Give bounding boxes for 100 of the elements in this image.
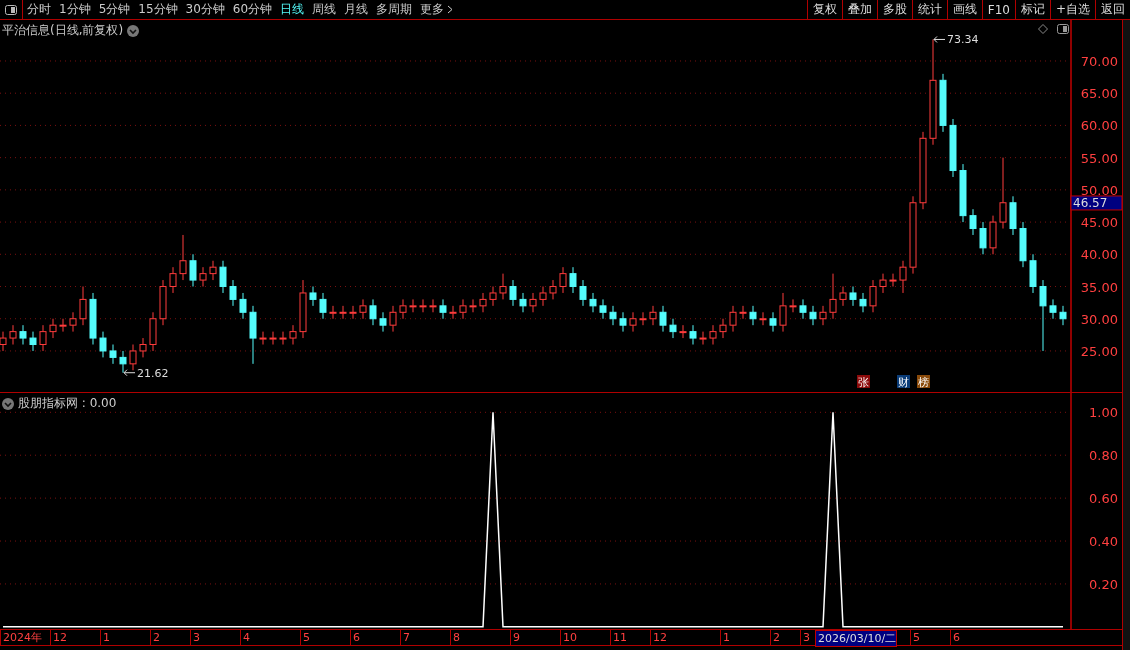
candlestick [119, 350, 127, 374]
candlestick [219, 260, 227, 294]
candlestick [369, 298, 377, 326]
axis-label: 65.00 [1080, 86, 1118, 102]
candlestick [959, 163, 967, 223]
date-label: 12 [650, 630, 667, 645]
panel-toggle-icon[interactable] [1057, 24, 1069, 34]
period-tab[interactable]: 分时 [23, 1, 55, 18]
candlestick [89, 292, 97, 345]
panel-title: 平治信息(日线,前复权) [2, 22, 124, 39]
candlestick [649, 305, 657, 326]
period-tab[interactable]: 5分钟 [94, 1, 135, 18]
axis-label: 70.00 [1080, 54, 1118, 69]
candlestick [489, 286, 497, 307]
period-tab[interactable]: 月线 [340, 1, 373, 18]
axis-label: 1.00 [1089, 405, 1118, 421]
candlestick [279, 331, 287, 345]
candlestick [229, 279, 237, 307]
candlestick [889, 273, 897, 287]
candlestick [1059, 305, 1067, 326]
candlestick [689, 324, 697, 345]
candlestick [599, 298, 607, 320]
date-label: 2 [150, 630, 160, 645]
candlestick [629, 311, 637, 333]
candlestick [129, 344, 137, 371]
period-tab[interactable]: 15分钟 [134, 1, 182, 18]
date-label: 8 [450, 630, 460, 645]
date-label: 2026/03/10/二 [815, 630, 898, 647]
period-tab[interactable]: 多周期 [372, 1, 417, 18]
candlestick [529, 292, 537, 313]
candlestick [659, 305, 667, 333]
date-label: 6 [950, 630, 960, 645]
axis-label: 40.00 [1080, 247, 1118, 263]
axis-label: 55.00 [1080, 150, 1118, 166]
candlestick [479, 292, 487, 313]
date-label: 2024年 [0, 630, 42, 645]
candlestick [59, 318, 67, 333]
panel-toggle-icon [5, 4, 17, 15]
axis-label: 60.00 [1080, 118, 1118, 134]
candlestick [549, 279, 557, 300]
event-badge[interactable]: 张 [857, 375, 870, 389]
axis-label: 0.40 [1089, 534, 1118, 550]
candlestick [879, 273, 887, 294]
event-badge[interactable]: 榜 [917, 375, 930, 389]
candlestick [799, 298, 807, 320]
period-tab[interactable]: 日线 [276, 1, 309, 18]
candlestick [539, 286, 547, 307]
candlestick [79, 286, 87, 326]
candlestick [469, 298, 477, 313]
period-tab[interactable]: 1分钟 [55, 1, 95, 18]
date-label: 11 [610, 630, 627, 645]
axis-label: 0.60 [1089, 491, 1118, 507]
period-tab[interactable]: 60分钟 [228, 1, 277, 18]
period-tab[interactable]: 周线 [308, 1, 341, 18]
price-extreme-label: 73.34 [933, 33, 979, 47]
event-badge[interactable]: 财 [897, 375, 910, 389]
candlestick [609, 305, 617, 326]
dropdown-icon[interactable] [127, 24, 140, 37]
axis-label: 30.00 [1080, 311, 1118, 327]
chevron-right-icon [447, 5, 454, 14]
axis-label: 0.20 [1089, 576, 1118, 592]
candlestick [709, 324, 717, 345]
candlestick [379, 311, 387, 333]
candlestick [389, 305, 397, 333]
candlestick [159, 279, 167, 326]
indicator-title: 股朋指标网 : 0.00 [18, 395, 117, 412]
candlestick [429, 298, 437, 313]
axis-label: 50.00 [1080, 182, 1118, 198]
candlestick [999, 157, 1007, 229]
candlestick [869, 279, 877, 313]
candlestick [829, 273, 837, 320]
candlestick [969, 208, 977, 236]
candlestick [339, 305, 347, 320]
candlestick [139, 337, 147, 358]
axis-label: 0.80 [1089, 448, 1118, 464]
candlestick [499, 273, 507, 300]
candlestick [199, 266, 207, 287]
candlestick [949, 118, 957, 178]
candlestick [399, 298, 407, 320]
candlestick [329, 305, 337, 320]
candlestick [809, 305, 817, 326]
more-button[interactable]: 更多 [416, 1, 458, 18]
candlestick [569, 266, 577, 294]
date-label: 12 [50, 630, 67, 645]
candlestick [149, 311, 157, 352]
period-tab[interactable]: 30分钟 [181, 1, 229, 18]
candlestick [619, 311, 627, 333]
candlestick [699, 331, 707, 345]
candlestick [729, 305, 737, 333]
candlestick [769, 311, 777, 333]
candlestick [579, 279, 587, 307]
candlestick [349, 305, 357, 320]
candlestick [39, 324, 47, 352]
candlestick [589, 292, 597, 313]
candlestick [509, 279, 517, 307]
dropdown-icon[interactable] [2, 397, 14, 410]
candlestick [99, 331, 107, 358]
candlestick [269, 331, 277, 345]
candlestick [939, 73, 947, 133]
current-price-tag: 46.57 [1070, 195, 1122, 211]
